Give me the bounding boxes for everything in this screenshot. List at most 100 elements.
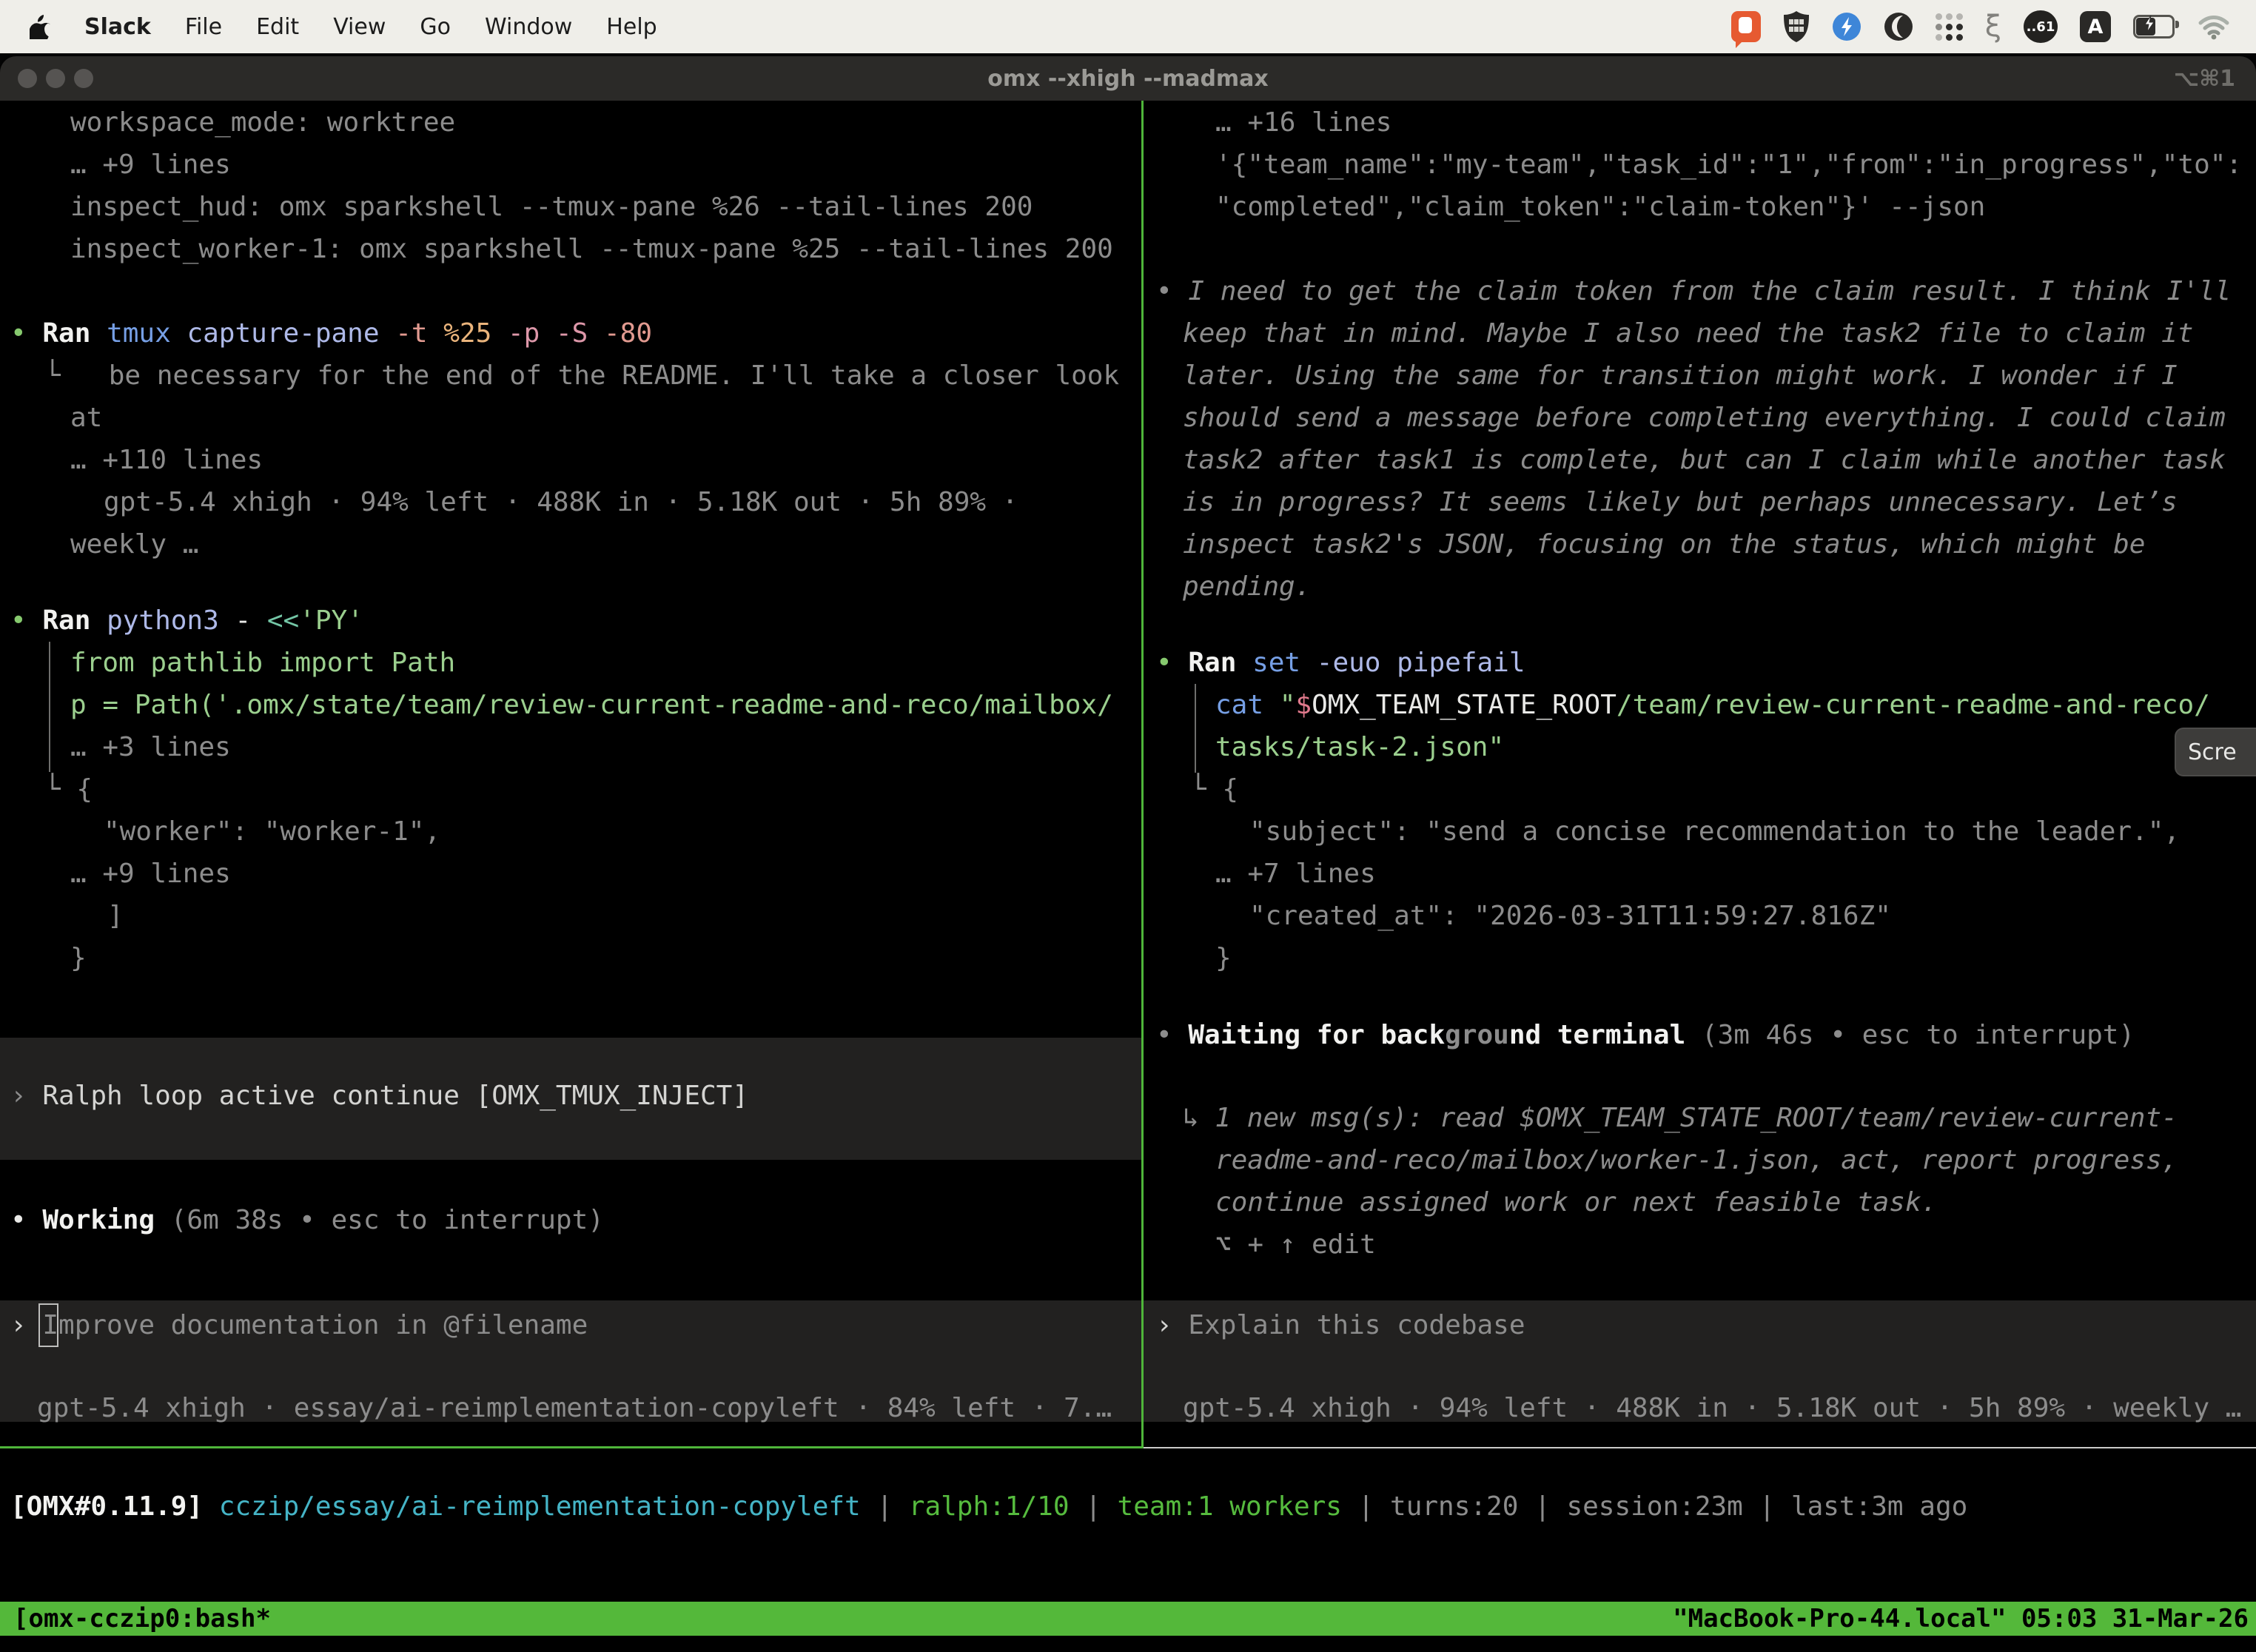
- speech-bubble-icon[interactable]: [1731, 11, 1761, 42]
- screen-capture-icon[interactable]: [1884, 12, 1913, 41]
- terminal-line: "worker": "worker-1",: [104, 810, 440, 853]
- menu-item-app[interactable]: Slack: [84, 14, 151, 40]
- pane-divider[interactable]: [1141, 101, 1144, 1448]
- terminal-line: "created_at": "2026-03-31T11:59:27.816Z": [1249, 895, 1891, 937]
- terminal-text-segment: ralph:1/10: [909, 1491, 1070, 1522]
- terminal-line: • I need to get the claim token from the…: [1156, 270, 2231, 312]
- menu-item-help[interactable]: Help: [606, 14, 657, 40]
- terminal-line: › Explain this codebase: [1156, 1304, 1525, 1346]
- app-launcher-icon[interactable]: [1936, 13, 1963, 41]
- terminal-text-segment: -80: [588, 318, 652, 349]
- terminal-content: workspace_mode: worktree … +9 lines inspec…: [0, 101, 2256, 1652]
- terminal-line: p = Path('.omx/state/team/review-current…: [70, 684, 1113, 726]
- terminal-text-segment: └ {: [1190, 774, 1238, 805]
- terminal-text-segment: OMX_TEAM_STATE_ROOT: [1312, 690, 1617, 720]
- terminal-text-segment: capture-pane: [171, 318, 380, 349]
- menu-bar-left: Slack File Edit View Go Window Help: [0, 13, 691, 40]
- tmux-host-clock: "MacBook-Pro-44.local" 05:03 31-Mar-26: [1673, 1604, 2249, 1633]
- terminal-text-segment: •: [1156, 648, 1188, 678]
- terminal-text-segment: Explain this codebase: [1188, 1310, 1525, 1340]
- terminal-text-segment: |: [1342, 1491, 1390, 1522]
- terminal-text-segment: gpt-5.4 xhigh · 94% left · 488K in · 5.1…: [104, 487, 1018, 517]
- terminal-text-segment: … +9 lines: [70, 859, 231, 889]
- menu-item-edit[interactable]: Edit: [256, 14, 299, 40]
- terminal-line: [OMX#0.11.9] cczip/essay/ai-reimplementa…: [10, 1485, 1967, 1528]
- wifi-icon[interactable]: [2197, 13, 2231, 40]
- terminal-text-segment: should send a message before completing …: [1183, 403, 2226, 433]
- terminal-text-segment: tmux: [90, 318, 170, 349]
- terminal-text-segment: python3: [90, 605, 218, 636]
- speedtest-icon[interactable]: [1832, 12, 1861, 41]
- terminal-text-segment: at: [70, 403, 102, 433]
- terminal-text-segment: ⌥ + ↑ edit: [1215, 1229, 1376, 1260]
- terminal-text-segment: last:3m ago: [1791, 1491, 1967, 1522]
- output-connector-line: [1195, 684, 1196, 773]
- hook-icon[interactable]: ξ: [1985, 12, 2001, 41]
- terminal-window: omx --xhigh --madmax ⌥⌘1 workspace_mode:…: [0, 56, 2256, 1652]
- terminal-text-segment: is in progress? It seems likely but perh…: [1183, 487, 2178, 517]
- terminal-text-segment: later. Using the same for transition mig…: [1183, 360, 2178, 391]
- terminal-line: ⌥ + ↑ edit: [1215, 1223, 1376, 1266]
- terminal-line: └ {: [1190, 768, 1238, 810]
- terminal-line: › Improve documentation in @filename: [10, 1304, 588, 1346]
- menu-item-go[interactable]: Go: [420, 14, 451, 40]
- terminal-text-segment: Waiting for back: [1188, 1020, 1445, 1050]
- terminal-text-segment: Ran: [42, 318, 90, 349]
- terminal-text-segment: I need to get the claim token from the c…: [1188, 276, 2231, 306]
- terminal-text-segment: ›: [1156, 1310, 1188, 1340]
- output-connector-line: [49, 642, 50, 772]
- terminal-text-segment: … +9 lines: [70, 150, 231, 180]
- tmux-status-bar: [omx-cczip0:bash* "MacBook-Pro-44.local"…: [0, 1602, 2256, 1636]
- terminal-line: readme-and-reco/mailbox/worker-1.json, a…: [1215, 1139, 2178, 1181]
- terminal-text-segment: … +16 lines: [1215, 107, 1391, 138]
- terminal-line: gpt-5.4 xhigh · 94% left · 488K in · 5.1…: [104, 481, 1018, 523]
- terminal-text-segment: (3m 46s • esc to interrupt): [1685, 1020, 2135, 1050]
- terminal-line: … +9 lines: [70, 144, 231, 186]
- terminal-line: … +3 lines: [70, 726, 231, 768]
- privacy-shield-icon[interactable]: [1783, 10, 1810, 43]
- terminal-text-segment: |: [1743, 1491, 1791, 1522]
- terminal-text-segment: "subject": "send a concise recommendatio…: [1249, 816, 2180, 847]
- terminal-line: └ {: [44, 768, 93, 810]
- window-title: omx --xhigh --madmax: [0, 56, 2256, 101]
- terminal-line: later. Using the same for transition mig…: [1183, 355, 2178, 397]
- terminal-text-segment: pending.: [1183, 571, 1311, 602]
- terminal-text-segment: └ be necessary for the end of the README…: [44, 360, 1119, 391]
- terminal-text-segment: inspect task2's JSON, focusing on the st…: [1183, 529, 2145, 560]
- terminal-text-segment: "worker": "worker-1",: [104, 816, 440, 847]
- menu-item-window[interactable]: Window: [485, 14, 572, 40]
- tmux-session-label: [omx-cczip0:bash*: [13, 1604, 271, 1633]
- terminal-text-segment: from pathlib import Path: [70, 648, 455, 678]
- terminal-text-segment: … +110 lines: [70, 445, 263, 475]
- window-titlebar: omx --xhigh --madmax ⌥⌘1: [0, 56, 2256, 101]
- terminal-text-segment: readme-and-reco/mailbox/worker-1.json, a…: [1215, 1145, 2178, 1175]
- menu-item-view[interactable]: View: [333, 14, 386, 40]
- usage-meter-icon[interactable]: ..61: [2024, 10, 2058, 43]
- terminal-text-segment: -p: [491, 318, 540, 349]
- terminal-text-segment: tasks/task-2.json": [1215, 732, 1504, 762]
- terminal-line: inspect_hud: omx sparkshell --tmux-pane …: [70, 186, 1033, 228]
- menu-bar: Slack File Edit View Go Window Help ξ ..61 A: [0, 0, 2256, 53]
- terminal-line: inspect_worker-1: omx sparkshell --tmux-…: [70, 228, 1113, 270]
- terminal-text-segment: Improve documentation in @filename: [42, 1310, 588, 1340]
- left-pane-border: [0, 1446, 1144, 1448]
- battery-icon[interactable]: [2133, 15, 2175, 38]
- terminal-text-segment: }: [70, 943, 87, 973]
- terminal-line: }: [1215, 937, 1232, 979]
- terminal-text-segment: workspace_mode: worktree: [70, 107, 455, 138]
- terminal-text-segment: team:1 workers: [1118, 1491, 1342, 1522]
- terminal-text-segment: … +3 lines: [70, 732, 231, 762]
- input-source-icon[interactable]: A: [2080, 11, 2111, 42]
- terminal-text-segment: -S: [540, 318, 588, 349]
- terminal-text-segment: set: [1236, 648, 1300, 678]
- terminal-text-segment: •: [10, 1205, 42, 1235]
- terminal-text-segment: |: [1518, 1491, 1566, 1522]
- terminal-text-segment: p = Path('.omx/state/team/review-current…: [70, 690, 1113, 720]
- terminal-text-segment: ›: [10, 1081, 42, 1111]
- terminal-line: should send a message before completing …: [1183, 397, 2226, 439]
- terminal-text-segment: gpt-5.4 xhigh · essay/ai-reimplementatio…: [37, 1393, 1112, 1423]
- apple-menu-icon[interactable]: [30, 13, 52, 40]
- terminal-text-segment: 'PY': [299, 605, 363, 636]
- menu-item-file[interactable]: File: [185, 14, 222, 40]
- terminal-line: • Ran set -euo pipefail: [1156, 642, 1525, 684]
